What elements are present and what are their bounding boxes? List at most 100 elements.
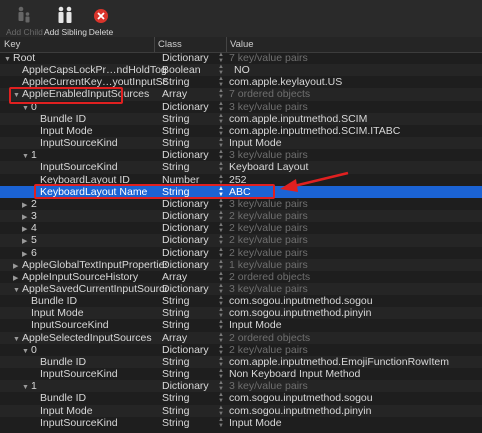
row-type-cell[interactable]: Dictionary (162, 259, 222, 271)
row-type-cell[interactable]: String (162, 137, 222, 149)
stepper-icon[interactable]: ▲ ▼ (218, 76, 226, 88)
row-value-cell[interactable]: 2 ordered objects (229, 332, 482, 344)
stepper-icon[interactable]: ▲ ▼ (218, 259, 226, 271)
stepper-icon[interactable]: ▲ ▼ (218, 161, 226, 173)
row-type-cell[interactable]: String (162, 161, 222, 173)
row-value-cell[interactable]: 3 key/value pairs (229, 380, 482, 392)
plist-row[interactable]: ▼ 0 Dictionary ▲ ▼ 2 key/value pairs (0, 344, 482, 356)
row-type-cell[interactable]: String (162, 307, 222, 319)
row-type-cell[interactable]: String (162, 113, 222, 125)
row-key-cell[interactable]: InputSourceKind (0, 417, 185, 429)
row-type-cell[interactable]: String (162, 405, 222, 417)
row-type-cell[interactable]: Dictionary (162, 234, 222, 246)
stepper-icon[interactable]: ▲ ▼ (218, 101, 226, 113)
plist-row[interactable]: Bundle ID String ▲ ▼ com.sogou.inputmethod.s… (0, 392, 482, 404)
stepper-icon[interactable]: ▲ ▼ (218, 113, 226, 125)
row-value-cell[interactable]: 2 ordered objects (229, 271, 482, 283)
stepper-icon[interactable]: ▲ ▼ (218, 356, 226, 368)
stepper-icon[interactable]: ▲ ▼ (218, 368, 226, 380)
plist-row[interactable]: InputSourceKind String ▲ ▼ Input Mode (0, 137, 482, 150)
row-value-cell[interactable]: Non Keyboard Input Method (229, 368, 482, 380)
row-type-cell[interactable]: String (162, 356, 222, 368)
plist-row[interactable]: InputSourceKind String ▲ ▼ Keyboard Layout (0, 161, 482, 174)
plist-row[interactable]: ▼ Root Dictionary ▲ ▼ 7 key/value pairs (0, 52, 482, 64)
plist-row[interactable]: ▶ 5 Dictionary ▲ ▼ 2 key/value pairs (0, 234, 482, 247)
plist-row[interactable]: Bundle ID String ▲ ▼ com.apple.inputmethod.E… (0, 355, 482, 369)
class-column-header[interactable]: Class (158, 39, 182, 50)
row-type-cell[interactable]: Dictionary (162, 101, 222, 113)
row-key-cell[interactable]: InputSourceKind (0, 368, 185, 380)
stepper-icon[interactable]: ▲ ▼ (218, 198, 226, 210)
row-type-cell[interactable]: String (162, 368, 222, 380)
stepper-icon[interactable]: ▲ ▼ (218, 417, 226, 429)
row-type-cell[interactable]: Dictionary (162, 380, 222, 392)
value-column-header[interactable]: Value (230, 39, 254, 50)
add-sibling-button[interactable]: Add Sibling (44, 4, 87, 37)
plist-row[interactable]: ▼ AppleSelectedInputSources Array ▲ ▼ 2 order… (0, 331, 482, 344)
stepper-icon[interactable]: ▲ ▼ (218, 247, 226, 259)
row-type-cell[interactable]: Array (162, 271, 222, 283)
delete-button[interactable]: Delete (88, 4, 114, 37)
row-type-cell[interactable]: Boolean (162, 64, 222, 76)
row-type-cell[interactable]: Dictionary (162, 52, 222, 64)
plist-row[interactable]: ▶ 4 Dictionary ▲ ▼ 2 key/value pairs (0, 222, 482, 234)
plist-row[interactable]: ▶ 2 Dictionary ▲ ▼ 3 key/value pairs (0, 198, 482, 210)
row-type-cell[interactable]: String (162, 417, 222, 429)
row-key-cell[interactable]: InputSourceKind (0, 319, 176, 331)
plist-row[interactable]: Bundle ID String ▲ ▼ com.apple.inputmethod.S… (0, 112, 482, 125)
stepper-icon[interactable]: ▲ ▼ (218, 88, 226, 100)
plist-row[interactable]: ▶ 6 Dictionary ▲ ▼ 2 key/value pairs (0, 247, 482, 259)
plist-row[interactable]: Bundle ID String ▲ ▼ com.sogou.inputmethod.s… (0, 295, 482, 307)
row-value-cell[interactable]: com.sogou.inputmethod.pinyin (229, 405, 482, 417)
row-type-cell[interactable]: Dictionary (162, 283, 222, 295)
stepper-icon[interactable]: ▲ ▼ (218, 283, 226, 295)
stepper-icon[interactable]: ▲ ▼ (218, 307, 226, 319)
stepper-icon[interactable]: ▲ ▼ (218, 137, 226, 149)
plist-row[interactable]: ▼ 1 Dictionary ▲ ▼ 3 key/value pairs (0, 380, 482, 393)
plist-row[interactable]: ▶ 3 Dictionary ▲ ▼ 2 key/value pairs (0, 210, 482, 223)
plist-row[interactable]: InputSourceKind String ▲ ▼ Input Mode (0, 319, 482, 331)
stepper-icon[interactable]: ▲ ▼ (218, 405, 226, 417)
row-value-cell[interactable]: com.sogou.inputmethod.pinyin (229, 307, 482, 319)
row-key-cell[interactable]: InputSourceKind (0, 137, 185, 149)
row-value-cell[interactable]: 2 key/value pairs (229, 344, 482, 356)
stepper-icon[interactable]: ▲ ▼ (218, 125, 226, 137)
row-value-cell[interactable]: com.apple.keylayout.US (229, 76, 482, 88)
row-key-cell[interactable]: Bundle ID (0, 356, 185, 368)
row-key-cell[interactable]: Input Mode (0, 125, 185, 137)
row-value-cell[interactable]: com.sogou.inputmethod.sogou (229, 295, 482, 307)
row-type-cell[interactable]: String (162, 319, 222, 331)
plist-row[interactable]: Input Mode String ▲ ▼ com.sogou.inputmethod.… (0, 404, 482, 417)
plist-row[interactable]: ▶ AppleInputSourceHistory Array ▲ ▼ 2 ordered… (0, 271, 482, 283)
row-type-cell[interactable]: String (162, 392, 222, 404)
row-value-cell[interactable]: com.apple.inputmethod.SCIM (229, 113, 482, 125)
plist-row[interactable]: ▼ 1 Dictionary ▲ ▼ 3 key/value pairs (0, 149, 482, 161)
stepper-icon[interactable]: ▲ ▼ (218, 64, 226, 76)
row-type-cell[interactable]: String (162, 125, 222, 137)
row-value-cell[interactable]: 3 key/value pairs (229, 101, 482, 113)
plist-row[interactable]: AppleCapsLockPr…ndHoldToggleOffBoolean▲▼… (0, 64, 482, 77)
add-child-button[interactable]: Add Child (6, 4, 43, 37)
row-value-cell[interactable]: 3 key/value pairs (229, 283, 482, 295)
plist-row[interactable]: ▼ AppleSavedCurrentInputSource Dictionary ▲… (0, 282, 482, 296)
stepper-icon[interactable]: ▲ ▼ (218, 295, 226, 307)
plist-row[interactable]: ▶ AppleGlobalTextInputProperties Dictionar… (0, 258, 482, 271)
row-type-cell[interactable]: Dictionary (162, 210, 222, 222)
stepper-icon[interactable]: ▲ ▼ (218, 319, 226, 331)
row-value-cell[interactable]: 2 key/value pairs (229, 222, 482, 234)
plist-row[interactable]: Input Mode String ▲ ▼ com.sogou.inputmethod.… (0, 307, 482, 320)
row-type-cell[interactable]: Array (162, 88, 222, 100)
stepper-icon[interactable]: ▲ ▼ (218, 332, 226, 344)
row-type-cell[interactable]: Array (162, 332, 222, 344)
stepper-icon[interactable]: ▲ ▼ (218, 222, 226, 234)
row-type-cell[interactable]: String (162, 76, 222, 88)
key-column-header[interactable]: Key (4, 39, 20, 50)
row-value-cell[interactable]: 7 ordered objects (229, 88, 482, 100)
row-key-cell[interactable]: AppleCapsLockPr…ndHoldToggleOff (0, 64, 167, 76)
row-type-cell[interactable]: Dictionary (162, 149, 222, 161)
plist-row[interactable]: InputSourceKind String ▲ ▼ Non Keyboard Inpu… (0, 368, 482, 380)
row-value-cell[interactable]: com.apple.inputmethod.EmojiFunctionRowIt… (229, 356, 482, 368)
row-value-cell[interactable]: 2 key/value pairs (229, 210, 482, 222)
row-key-cell[interactable]: Bundle ID (0, 392, 185, 404)
row-value-cell[interactable]: Keyboard Layout (229, 161, 482, 173)
